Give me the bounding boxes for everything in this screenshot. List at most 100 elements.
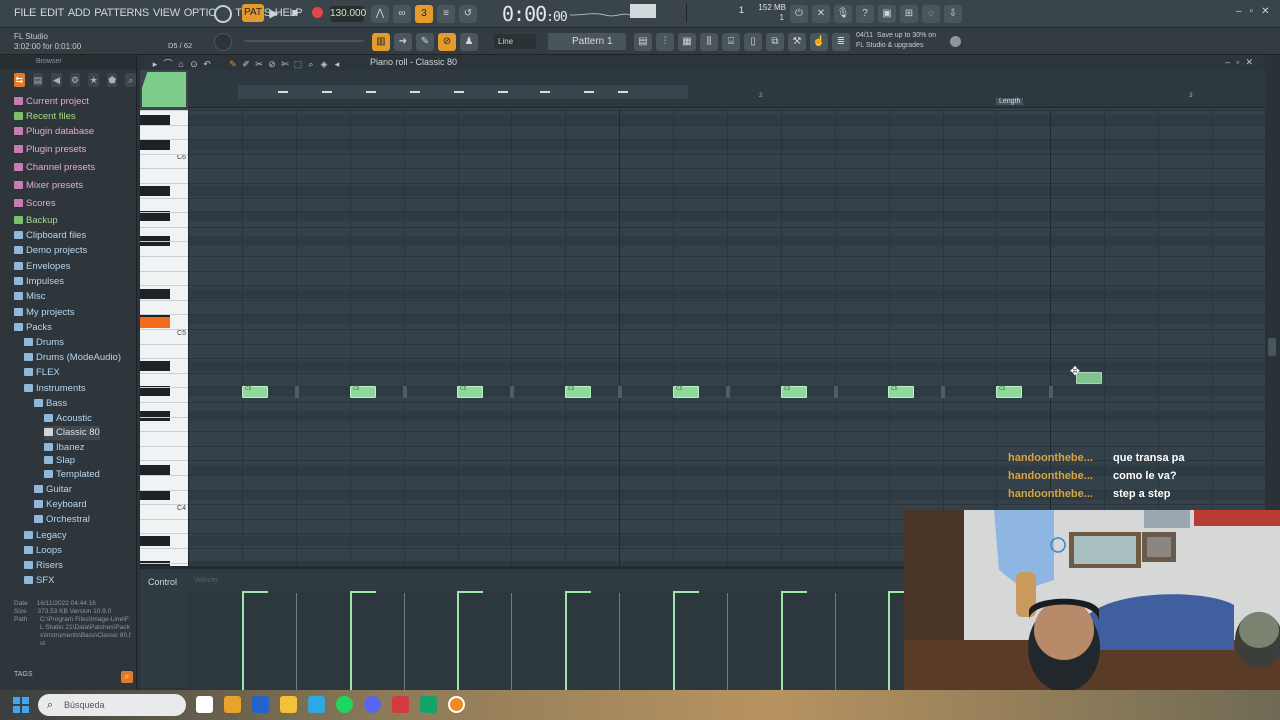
velocity-bar[interactable] [457, 591, 459, 691]
multilink-icon[interactable]: ✕ [812, 5, 830, 23]
loop-record-icon[interactable]: ↺ [459, 5, 477, 23]
browser-item-demo-projects[interactable]: Demo projects [14, 244, 87, 258]
arrow-icon[interactable]: ➜ [394, 33, 412, 51]
news-globe-icon[interactable] [950, 36, 961, 47]
browser-item-acoustic[interactable]: Acoustic [44, 412, 92, 426]
edge-icon[interactable] [308, 696, 325, 713]
download-icon[interactable]: ⇩ [944, 5, 962, 23]
windows-start-icon[interactable] [13, 697, 29, 713]
browser-item-drums-modeaudio[interactable]: Drums (ModeAudio) [24, 351, 121, 365]
velocity-bar[interactable] [673, 591, 675, 691]
browser-back-icon[interactable]: ◀ [51, 73, 62, 87]
browser-item-guitar[interactable]: Guitar [34, 483, 72, 497]
record-icon[interactable] [308, 4, 326, 22]
file-icon[interactable]: ▯ [744, 33, 762, 51]
touch-icon[interactable]: ☝ [810, 33, 828, 51]
active-key-c5[interactable] [140, 317, 170, 328]
link-icon[interactable]: ⊘ [438, 33, 456, 51]
note-color-selector[interactable] [140, 70, 188, 110]
black-key[interactable] [140, 186, 170, 196]
browser-icon[interactable]: ⌸ [722, 33, 740, 51]
black-key[interactable] [140, 536, 170, 546]
piano-roll-icon[interactable]: ▦ [678, 33, 696, 51]
browser-item-plugin-database[interactable]: Plugin database [14, 125, 94, 139]
tempo-display[interactable]: 130.000 [330, 6, 366, 22]
browser-item-misc[interactable]: Misc [14, 290, 46, 304]
note-c5[interactable]: C5 [996, 386, 1022, 398]
browser-star-icon[interactable]: ★ [88, 73, 99, 87]
browser-search-icon[interactable]: ⌕ [125, 73, 137, 87]
plugin-icon[interactable]: ⊞ [900, 5, 918, 23]
velocity-bar[interactable] [350, 591, 352, 691]
note-c5[interactable]: C5 [781, 386, 807, 398]
browser-item-loops[interactable]: Loops [24, 544, 62, 558]
explorer-icon[interactable] [280, 696, 297, 713]
note-c5[interactable]: C5 [242, 386, 268, 398]
browser-item-classic-80[interactable]: Classic 80 [44, 426, 100, 440]
browser-item-templated[interactable]: Templated [44, 468, 100, 482]
chrome-icon[interactable] [224, 696, 241, 713]
stamp-icon[interactable]: ♟ [460, 33, 478, 51]
chat-icon[interactable]: ◌ [922, 5, 940, 23]
velocity-bar[interactable] [888, 591, 890, 691]
browser-item-drums[interactable]: Drums [24, 336, 64, 350]
black-key[interactable] [140, 140, 170, 150]
tags-label[interactable]: TAGS [14, 671, 33, 678]
note-c5[interactable]: C5 [888, 386, 914, 398]
typing-keyboard-icon[interactable]: ⋀ [371, 5, 389, 23]
window-controls[interactable]: –▫✕ [1236, 6, 1278, 17]
black-key[interactable] [140, 465, 170, 475]
browser-item-keyboard[interactable]: Keyboard [34, 498, 87, 512]
browser-item-risers[interactable]: Risers [24, 559, 63, 573]
position-slider[interactable] [244, 40, 364, 42]
velocity-bar[interactable] [242, 591, 244, 691]
browser-item-clipboard-files[interactable]: Clipboard files [14, 229, 86, 243]
note-c5[interactable]: C5 [673, 386, 699, 398]
help-icon[interactable]: ? [856, 5, 874, 23]
master-volume-slider[interactable] [630, 4, 656, 18]
countdown-icon[interactable]: 3 [415, 5, 433, 23]
timeline-ruler[interactable]: 2 3 Length [188, 70, 1265, 108]
browser-item-flex[interactable]: FLEX [24, 366, 60, 380]
microphone-icon[interactable]: 🎙 [834, 5, 852, 23]
browser-item-channel-presets[interactable]: Channel presets [14, 161, 95, 175]
news-panel[interactable]: 04/11 Save up to 30% on FL Studio & upgr… [856, 31, 936, 51]
browser-item-instruments[interactable]: Instruments [24, 382, 86, 396]
browser-item-current-project[interactable]: Current project [14, 95, 89, 109]
piano-roll-window-controls[interactable]: –▫✕ [1225, 55, 1259, 70]
taskbar-search[interactable]: ⌕ Búsqueda [38, 694, 186, 716]
tools-icon[interactable]: ⚒ [788, 33, 806, 51]
menu-item-patterns[interactable]: PATTERNS [94, 7, 149, 19]
browser-item-scores[interactable]: Scores [14, 197, 56, 211]
save-icon[interactable]: ▣ [878, 5, 896, 23]
note-c5[interactable]: C5 [457, 386, 483, 398]
note-c5[interactable]: C5 [350, 386, 376, 398]
channel-rack-icon[interactable]: ⫶ [656, 33, 674, 51]
black-key[interactable] [140, 115, 170, 125]
menu-item-view[interactable]: VIEW [153, 7, 180, 19]
browser-collapse-icon[interactable]: ▤ [32, 73, 44, 87]
browser-item-my-projects[interactable]: My projects [14, 306, 75, 320]
snap-select[interactable]: Line [494, 34, 536, 49]
step-edit-icon[interactable]: ≡ [437, 5, 455, 23]
piano-icon[interactable]: ▥ [372, 33, 390, 51]
power-icon[interactable]: ⏻ [790, 5, 808, 23]
browser-tag-icon[interactable]: ⬟ [106, 73, 118, 87]
playlist-icon[interactable]: ▤ [634, 33, 652, 51]
browser-item-recent-files[interactable]: Recent files [14, 110, 76, 124]
browser-item-ibanez[interactable]: Ibanez [44, 441, 85, 455]
browser-item-envelopes[interactable]: Envelopes [14, 260, 70, 274]
browser-item-plugin-presets[interactable]: Plugin presets [14, 143, 86, 157]
pat-song-toggle[interactable]: PAT [242, 4, 264, 22]
velocity-bar[interactable] [781, 591, 783, 691]
black-key[interactable] [140, 361, 170, 371]
scroll-thumb[interactable] [1268, 338, 1276, 356]
browser-gear-icon[interactable]: ⚙ [69, 73, 81, 87]
note-c5[interactable]: C5 [565, 386, 591, 398]
black-key[interactable] [140, 490, 170, 500]
pitch-knob[interactable] [214, 33, 232, 51]
scroll-overview[interactable] [238, 85, 688, 99]
menu-item-file[interactable]: FILE [14, 7, 36, 19]
task-view-icon[interactable] [196, 696, 213, 713]
browser-item-slap[interactable]: Slap [44, 454, 75, 468]
